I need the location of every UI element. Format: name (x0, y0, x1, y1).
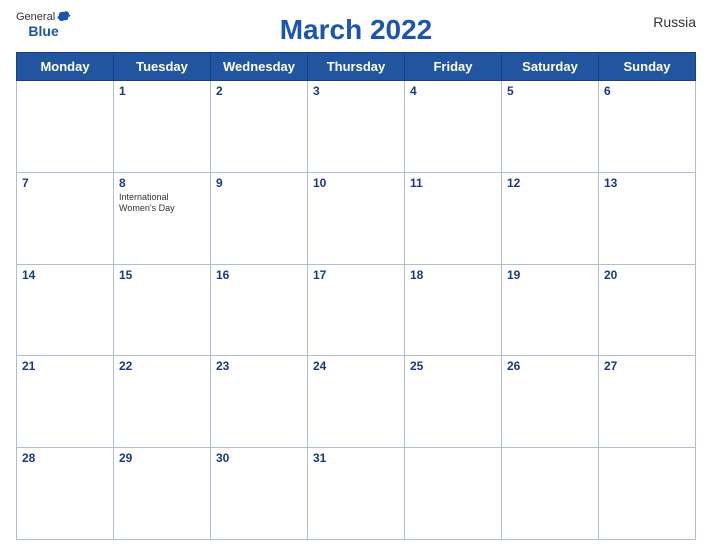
day-number: 10 (313, 176, 399, 190)
calendar-week-row: 78 International Women's Day 9 10 11 12 13 (17, 172, 696, 264)
day-number: 11 (410, 176, 496, 190)
day-number: 12 (507, 176, 593, 190)
calendar-day-cell: 13 (599, 172, 696, 264)
calendar-day-cell: 9 (211, 172, 308, 264)
calendar-day-cell: 21 (17, 356, 114, 448)
calendar-day-cell: 28 (17, 448, 114, 540)
day-number: 18 (410, 268, 496, 282)
day-number: 23 (216, 359, 302, 373)
calendar-day-cell (17, 81, 114, 173)
calendar-day-cell: 15 (114, 264, 211, 356)
calendar-day-cell: 22 (114, 356, 211, 448)
calendar-day-cell: 25 (405, 356, 502, 448)
calendar-header: General Blue March 2022 Russia (16, 10, 696, 46)
logo-bird-icon (57, 10, 71, 24)
calendar-week-row: 21 22 23 24 25 26 27 (17, 356, 696, 448)
day-number: 4 (410, 84, 496, 98)
weekday-header-friday: Friday (405, 53, 502, 81)
day-number: 31 (313, 451, 399, 465)
calendar-day-cell: 6 (599, 81, 696, 173)
day-number: 1 (119, 84, 205, 98)
calendar-day-cell: 5 (502, 81, 599, 173)
calendar-day-cell: 14 (17, 264, 114, 356)
calendar-table: MondayTuesdayWednesdayThursdayFridaySatu… (16, 52, 696, 540)
logo-general-text: General (16, 12, 55, 23)
calendar-week-row: 28 29 30 31 (17, 448, 696, 540)
calendar-day-cell: 26 (502, 356, 599, 448)
calendar-week-row: 123456 (17, 81, 696, 173)
day-number: 21 (22, 359, 108, 373)
calendar-day-cell: 10 (308, 172, 405, 264)
calendar-day-cell: 27 (599, 356, 696, 448)
calendar-day-cell: 2 (211, 81, 308, 173)
calendar-day-cell (599, 448, 696, 540)
calendar-day-cell (502, 448, 599, 540)
day-number: 22 (119, 359, 205, 373)
country-label: Russia (653, 14, 696, 30)
calendar-week-row: 14 15 16 17 18 19 20 (17, 264, 696, 356)
weekday-header-saturday: Saturday (502, 53, 599, 81)
calendar-day-cell: 3 (308, 81, 405, 173)
day-number: 29 (119, 451, 205, 465)
calendar-day-cell: 19 (502, 264, 599, 356)
weekday-header-wednesday: Wednesday (211, 53, 308, 81)
calendar-day-cell: 24 (308, 356, 405, 448)
logo: General Blue (16, 10, 71, 38)
day-number: 20 (604, 268, 690, 282)
day-number: 13 (604, 176, 690, 190)
weekday-header-monday: Monday (17, 53, 114, 81)
weekday-header-tuesday: Tuesday (114, 53, 211, 81)
day-number: 25 (410, 359, 496, 373)
calendar-day-cell: 12 (502, 172, 599, 264)
calendar-day-cell: 11 (405, 172, 502, 264)
calendar-header-row: MondayTuesdayWednesdayThursdayFridaySatu… (17, 53, 696, 81)
day-number: 3 (313, 84, 399, 98)
calendar-day-cell (405, 448, 502, 540)
calendar-day-cell: 7 (17, 172, 114, 264)
calendar-title: March 2022 (280, 14, 433, 46)
day-number: 26 (507, 359, 593, 373)
day-number: 19 (507, 268, 593, 282)
weekday-header-thursday: Thursday (308, 53, 405, 81)
calendar-day-cell: 30 (211, 448, 308, 540)
calendar-day-cell: 18 (405, 264, 502, 356)
day-number: 8 (119, 176, 205, 190)
day-number: 9 (216, 176, 302, 190)
calendar-event: International Women's Day (119, 192, 205, 215)
weekday-header-sunday: Sunday (599, 53, 696, 81)
calendar-day-cell: 1 (114, 81, 211, 173)
day-number: 6 (604, 84, 690, 98)
day-number: 24 (313, 359, 399, 373)
calendar-day-cell: 20 (599, 264, 696, 356)
day-number: 17 (313, 268, 399, 282)
day-number: 14 (22, 268, 108, 282)
day-number: 2 (216, 84, 302, 98)
calendar-day-cell: 31 (308, 448, 405, 540)
calendar-day-cell: 29 (114, 448, 211, 540)
calendar-day-cell: 23 (211, 356, 308, 448)
day-number: 7 (22, 176, 108, 190)
calendar-body: 12345678International Women's Day9101112… (17, 81, 696, 540)
logo-blue-text: Blue (28, 24, 58, 38)
calendar-day-cell: 4 (405, 81, 502, 173)
day-number: 5 (507, 84, 593, 98)
calendar-day-cell: 17 (308, 264, 405, 356)
calendar-day-cell: 8 International Women's Day (114, 172, 211, 264)
day-number: 15 (119, 268, 205, 282)
day-number: 27 (604, 359, 690, 373)
calendar-day-cell: 16 (211, 264, 308, 356)
day-number: 28 (22, 451, 108, 465)
day-number: 30 (216, 451, 302, 465)
day-number: 16 (216, 268, 302, 282)
